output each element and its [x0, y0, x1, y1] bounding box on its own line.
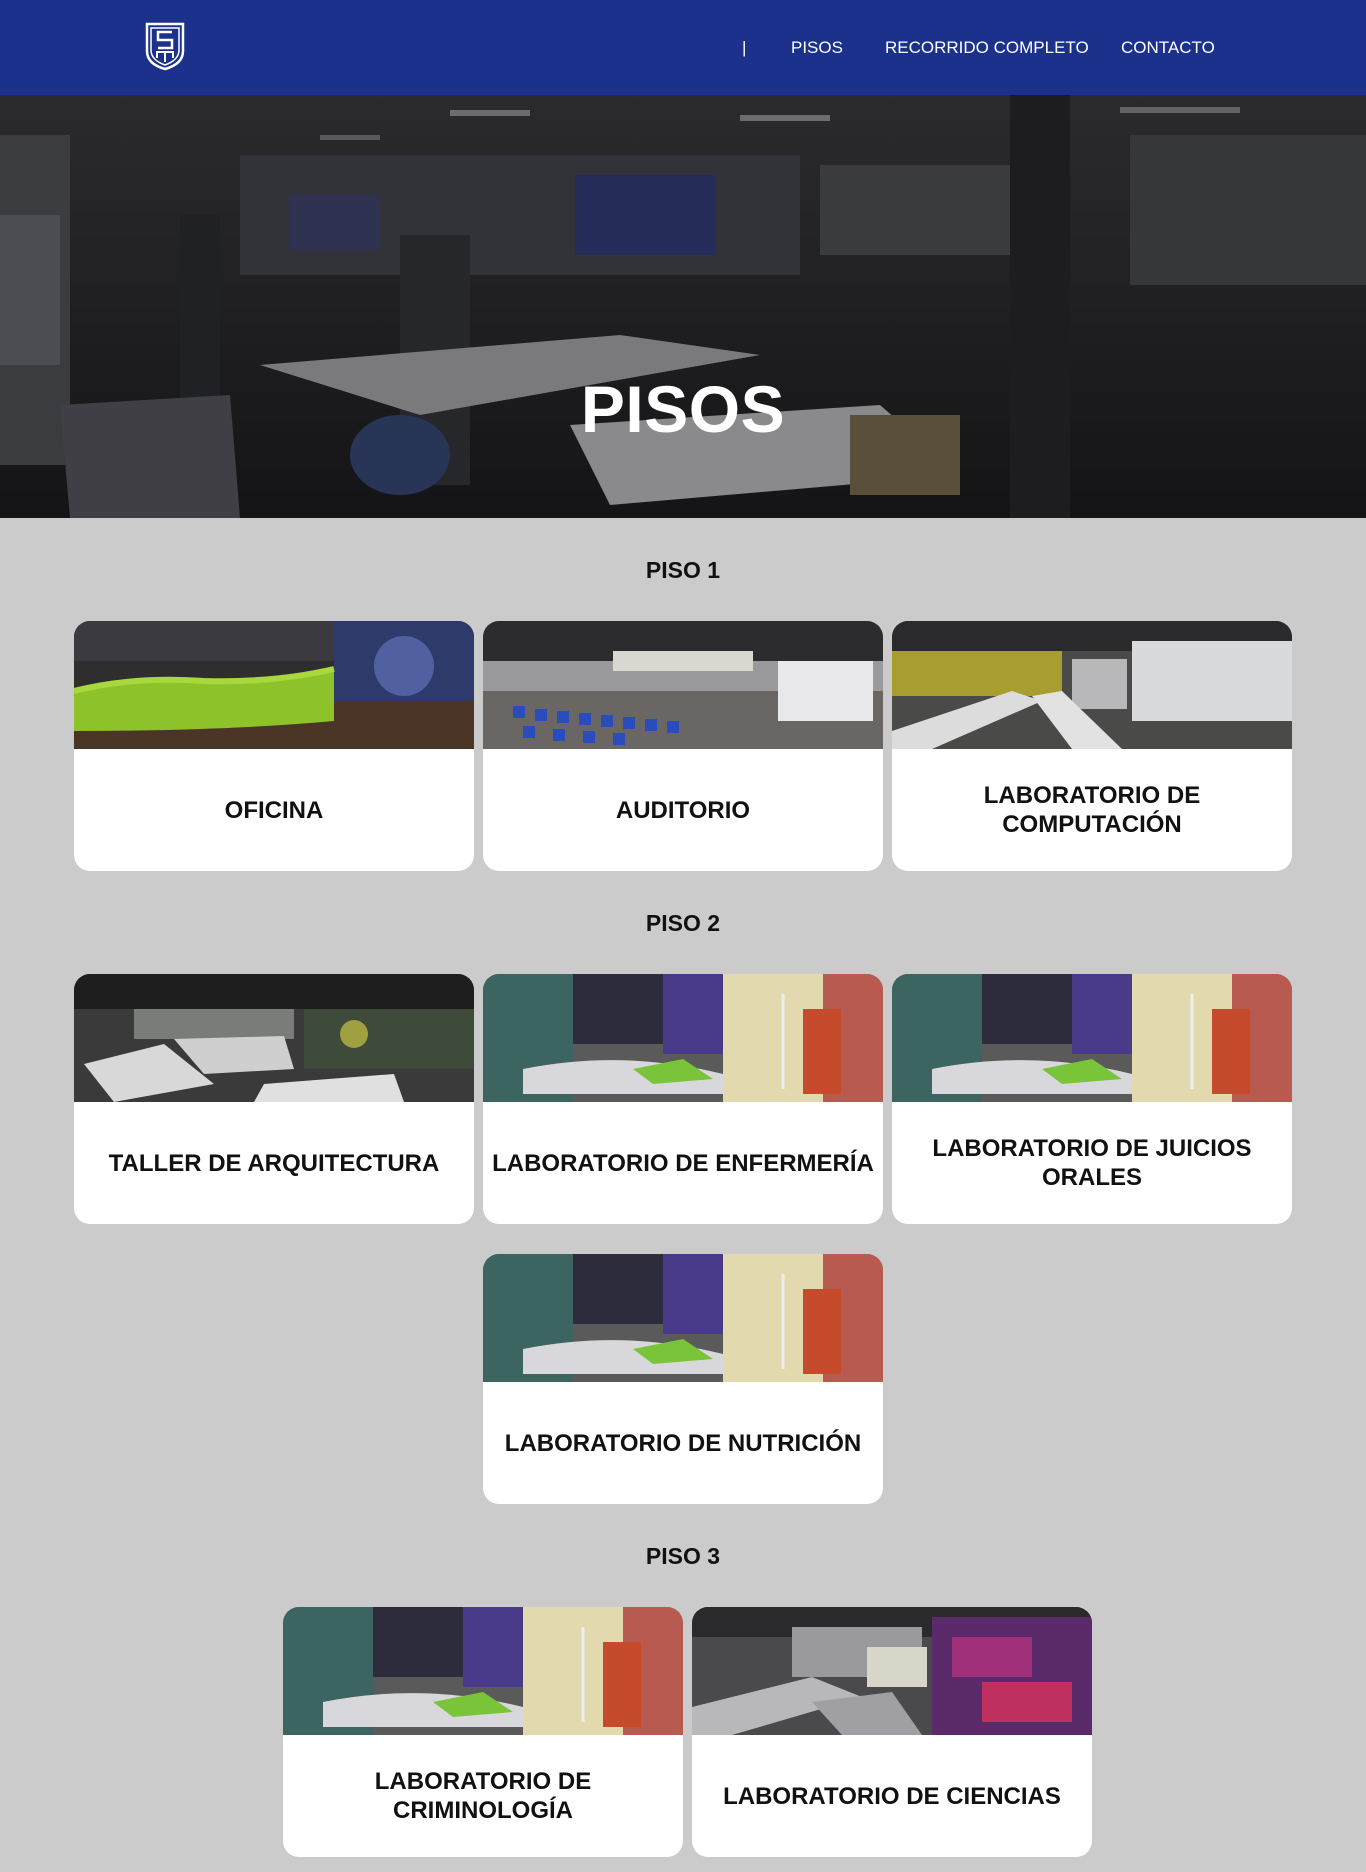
room-thumbnail-laboratorio-de-computacion	[892, 621, 1292, 749]
room-label-laboratorio-de-criminologia: LABORATORIO DE CRIMINOLOGÍA	[374, 1768, 592, 1824]
room-thumbnail-auditorio	[483, 621, 883, 749]
floor-title-piso-1: PISO 1	[645, 557, 721, 583]
room-thumbnail-laboratorio-de-ciencias	[692, 1607, 1092, 1735]
room-thumbnail-laboratorio-de-enfermeria	[483, 974, 883, 1102]
hero-background-image	[0, 95, 1366, 518]
room-card-laboratorio-de-criminologia[interactable]: LABORATORIO DE CRIMINOLOGÍA	[283, 1607, 683, 1857]
room-label-laboratorio-de-computacion: LABORATORIO DE COMPUTACIÓN	[983, 782, 1201, 838]
floor-title-piso-2: PISO 2	[645, 910, 721, 936]
room-thumbnail-oficina	[74, 621, 474, 749]
room-label-oficina: OFICINA	[224, 796, 324, 824]
room-label-auditorio: AUDITORIO	[615, 796, 751, 824]
nav-link-recorrido-completo[interactable]: RECORRIDO COMPLETO	[885, 0, 1089, 95]
room-card-laboratorio-de-nutricion[interactable]: LABORATORIO DE NUTRICIÓN	[483, 1254, 883, 1504]
room-label-laboratorio-de-nutricion: LABORATORIO DE NUTRICIÓN	[504, 1429, 862, 1457]
nav-link-contacto[interactable]: CONTACTO	[1121, 0, 1215, 95]
room-label-taller-de-arquitectura: TALLER DE ARQUITECTURA	[108, 1149, 440, 1177]
room-card-auditorio[interactable]: AUDITORIO	[483, 621, 883, 871]
room-label-laboratorio-de-ciencias: LABORATORIO DE CIENCIAS	[723, 1782, 1061, 1810]
room-thumbnail-laboratorio-de-nutricion	[483, 1254, 883, 1382]
room-card-laboratorio-de-ciencias[interactable]: LABORATORIO DE CIENCIAS	[692, 1607, 1092, 1857]
floor-title-piso-3: PISO 3	[645, 1543, 721, 1569]
hero-banner: PISOS	[0, 95, 1366, 518]
room-thumbnail-laboratorio-de-juicios-orales	[892, 974, 1292, 1102]
room-label-laboratorio-de-juicios-orales: LABORATORIO DE JUICIOS ORALES	[932, 1135, 1252, 1191]
nav-separator: |	[742, 37, 747, 57]
room-card-laboratorio-de-enfermeria[interactable]: LABORATORIO DE ENFERMERÍA	[483, 974, 883, 1224]
shield-logo-icon[interactable]	[144, 21, 186, 71]
room-card-laboratorio-de-juicios-orales[interactable]: LABORATORIO DE JUICIOS ORALES	[892, 974, 1292, 1224]
room-card-oficina[interactable]: OFICINA	[74, 621, 474, 871]
room-thumbnail-laboratorio-de-criminologia	[283, 1607, 683, 1735]
room-card-laboratorio-de-computacion[interactable]: LABORATORIO DE COMPUTACIÓN	[892, 621, 1292, 871]
nav-link-pisos[interactable]: PISOS	[791, 0, 843, 95]
hero-title: PISOS	[580, 372, 786, 446]
room-thumbnail-taller-de-arquitectura	[74, 974, 474, 1102]
top-navigation-bar: | PISOS RECORRIDO COMPLETO CONTACTO	[0, 0, 1366, 95]
room-label-laboratorio-de-enfermeria: LABORATORIO DE ENFERMERÍA	[492, 1149, 874, 1177]
room-card-taller-de-arquitectura[interactable]: TALLER DE ARQUITECTURA	[74, 974, 474, 1224]
